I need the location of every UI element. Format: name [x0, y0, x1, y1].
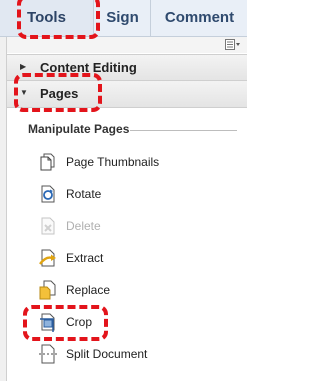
replace-icon [36, 278, 60, 302]
item-label: Replace [66, 283, 111, 297]
subsection-title: Manipulate Pages [28, 122, 130, 136]
extract-icon [36, 246, 60, 270]
rotate-icon [36, 182, 60, 206]
list-options-icon[interactable] [225, 39, 241, 50]
page-thumbnails-icon [36, 150, 60, 174]
item-label: Page Thumbnails [66, 155, 160, 169]
tool-page-thumbnails[interactable]: Page Thumbnails [36, 149, 226, 175]
panel-options-row [7, 37, 247, 53]
tool-replace[interactable]: Replace [36, 277, 226, 303]
tool-extract[interactable]: Extract [36, 245, 226, 271]
item-label: Split Document [66, 347, 148, 361]
panel-edge-strip [0, 37, 7, 381]
tab-sign[interactable]: Sign [93, 0, 151, 36]
highlight-crop-item [23, 305, 108, 341]
item-label: Extract [66, 251, 104, 265]
delete-icon [36, 214, 60, 238]
tool-split-document[interactable]: Split Document [36, 341, 226, 367]
tool-rotate[interactable]: Rotate [36, 181, 226, 207]
collapsed-arrow-icon: ▶ [20, 62, 27, 71]
split-document-icon [36, 342, 60, 366]
item-label: Rotate [66, 187, 102, 201]
item-label: Delete [66, 219, 101, 233]
highlight-tools-tab [17, 0, 100, 39]
subsection-divider [130, 130, 237, 131]
tool-delete[interactable]: Delete [36, 213, 226, 239]
highlight-pages-section [14, 73, 102, 112]
tab-comment[interactable]: Comment [150, 0, 248, 36]
